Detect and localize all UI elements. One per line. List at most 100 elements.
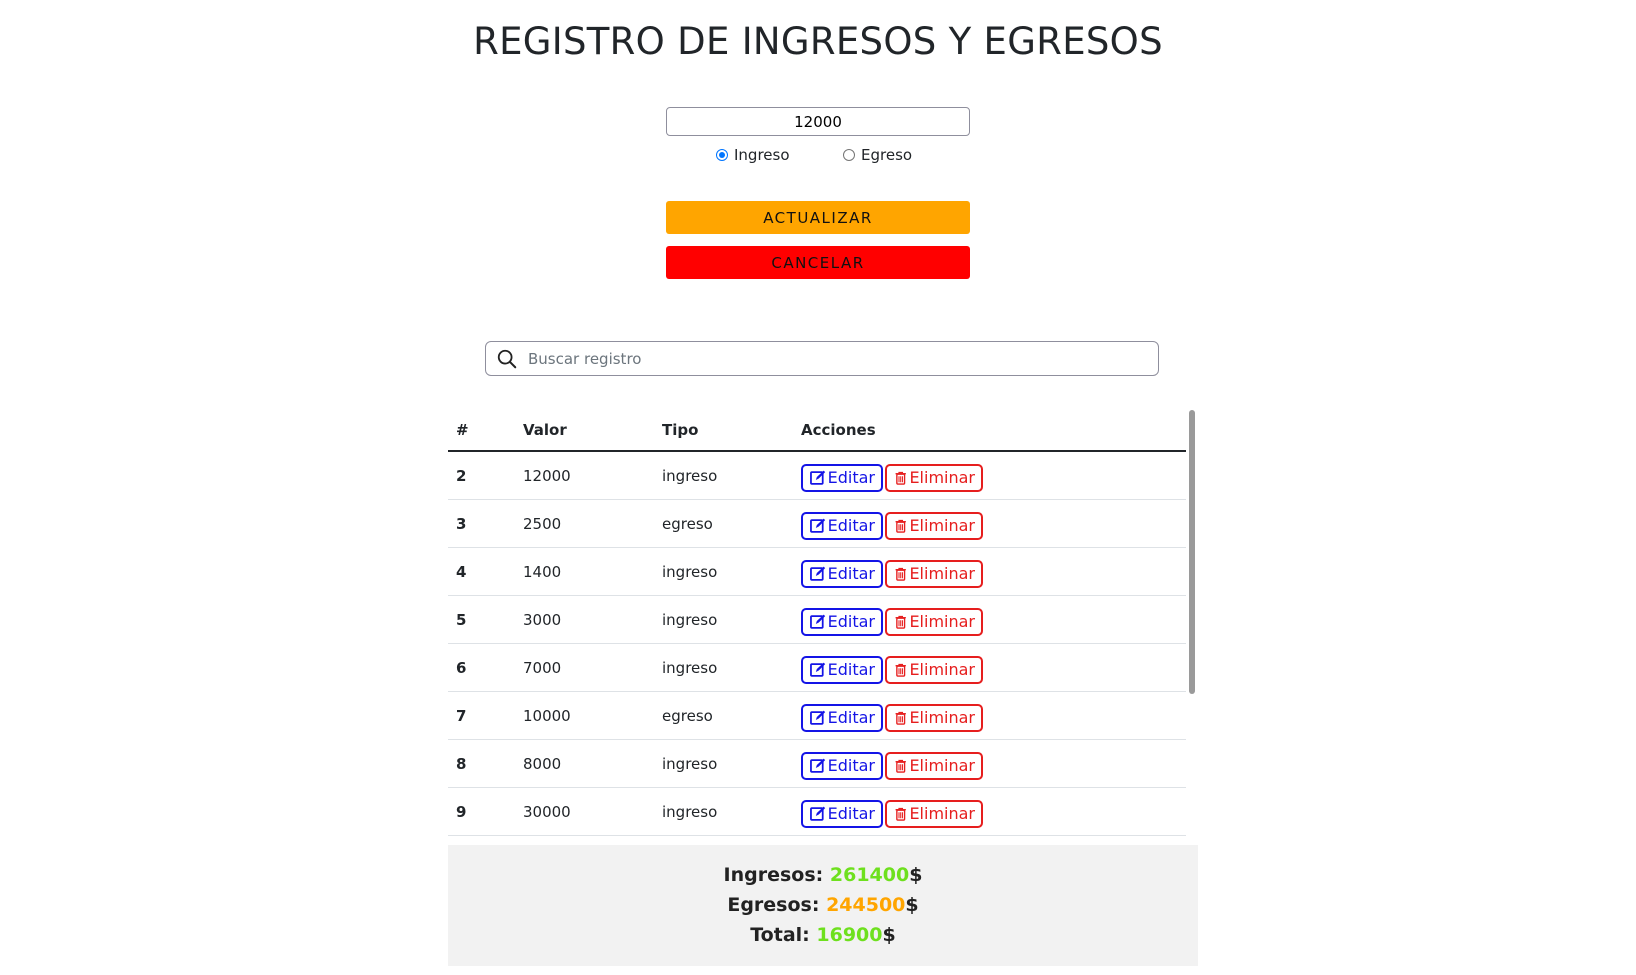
delete-button[interactable]: Eliminar — [885, 511, 983, 540]
row-actions: Editar Eliminar — [793, 499, 1186, 548]
table-row: 6 7000 ingreso Editar Eliminar — [448, 643, 1186, 692]
search-input[interactable] — [526, 342, 1158, 375]
edit-label: Editar — [827, 516, 875, 535]
table-body: 2 12000 ingreso Editar Eliminar 3 2500 egreso Ed… — [448, 451, 1186, 836]
total-currency: $ — [882, 924, 896, 946]
ingresos-value: 261400 — [829, 864, 910, 886]
total-value: 16900 — [816, 924, 883, 946]
row-index: 4 — [448, 547, 515, 596]
trash-icon — [895, 759, 906, 773]
egresos-label: Egresos: — [727, 894, 820, 916]
table-header-row: # Valor Tipo Acciones — [448, 410, 1186, 452]
table-row: 4 1400 ingreso Editar Eliminar — [448, 547, 1186, 596]
trash-icon — [895, 663, 906, 677]
header-acciones: Acciones — [793, 410, 1186, 452]
row-actions: Editar Eliminar — [793, 547, 1186, 596]
update-button[interactable]: ACTUALIZAR — [666, 201, 970, 234]
egresos-value: 244500 — [826, 894, 906, 916]
row-index: 8 — [448, 739, 515, 788]
edit-icon — [810, 614, 826, 629]
edit-button[interactable]: Editar — [801, 751, 883, 780]
records-table-container[interactable]: # Valor Tipo Acciones 2 12000 ingreso Edita… — [448, 410, 1186, 840]
cancel-button[interactable]: CANCELAR — [666, 246, 970, 279]
amount-input[interactable] — [666, 107, 970, 136]
search-icon — [497, 349, 517, 368]
row-index: 5 — [448, 595, 515, 644]
table-row: 2 12000 ingreso Editar Eliminar — [448, 451, 1186, 500]
table-row: 9 30000 ingreso Editar Eliminar — [448, 787, 1186, 836]
delete-label: Eliminar — [909, 516, 975, 535]
records-table: # Valor Tipo Acciones 2 12000 ingreso Edita… — [448, 410, 1186, 836]
row-valor: 3000 — [515, 595, 654, 644]
page-title: REGISTRO DE INGRESOS Y EGRESOS — [473, 20, 1163, 63]
egresos-line: Egresos: 244500$ — [448, 890, 1198, 920]
radio-egreso[interactable]: Egreso — [843, 146, 912, 164]
delete-button[interactable]: Eliminar — [885, 559, 983, 588]
trash-icon — [895, 807, 906, 821]
app-page: REGISTRO DE INGRESOS Y EGRESOS Ingreso E… — [0, 0, 1636, 975]
row-actions: Editar Eliminar — [793, 691, 1186, 740]
row-valor: 2500 — [515, 499, 654, 548]
delete-label: Eliminar — [909, 804, 975, 823]
row-tipo: egreso — [654, 499, 793, 548]
edit-button[interactable]: Editar — [801, 463, 883, 492]
radio-egreso-button[interactable] — [843, 149, 855, 161]
header-tipo: Tipo — [654, 410, 793, 452]
total-line: Total: 16900$ — [448, 920, 1198, 950]
edit-button[interactable]: Editar — [801, 655, 883, 684]
edit-button[interactable]: Editar — [801, 607, 883, 636]
search-box[interactable] — [485, 341, 1159, 376]
delete-label: Eliminar — [909, 756, 975, 775]
table-scrollbar[interactable] — [1189, 410, 1195, 694]
ingresos-label: Ingresos: — [723, 864, 824, 886]
entry-form: Ingreso Egreso ACTUALIZAR CANCELAR — [666, 107, 970, 279]
table-row: 7 10000 egreso Editar Eliminar — [448, 691, 1186, 740]
edit-icon — [810, 710, 826, 725]
delete-button[interactable]: Eliminar — [885, 463, 983, 492]
radio-ingreso[interactable]: Ingreso — [716, 146, 790, 164]
trash-icon — [895, 471, 906, 485]
row-tipo: egreso — [654, 691, 793, 740]
table-row: 8 8000 ingreso Editar Eliminar — [448, 739, 1186, 788]
edit-label: Editar — [827, 564, 875, 583]
row-index: 2 — [448, 451, 515, 500]
radio-ingreso-button[interactable] — [716, 149, 728, 161]
radio-ingreso-label: Ingreso — [734, 146, 790, 164]
total-label: Total: — [750, 924, 810, 946]
row-tipo: ingreso — [654, 451, 793, 500]
delete-button[interactable]: Eliminar — [885, 607, 983, 636]
edit-icon — [810, 758, 826, 773]
edit-icon — [810, 806, 826, 821]
row-index: 7 — [448, 691, 515, 740]
totals-panel: Ingresos: 261400$ Egresos: 244500$ Total… — [448, 845, 1198, 966]
row-valor: 12000 — [515, 451, 654, 500]
delete-label: Eliminar — [909, 612, 975, 631]
edit-label: Editar — [827, 804, 875, 823]
delete-button[interactable]: Eliminar — [885, 703, 983, 732]
ingresos-currency: $ — [909, 864, 923, 886]
delete-button[interactable]: Eliminar — [885, 799, 983, 828]
delete-button[interactable]: Eliminar — [885, 655, 983, 684]
table-row: 5 3000 ingreso Editar Eliminar — [448, 595, 1186, 644]
edit-label: Editar — [827, 612, 875, 631]
row-index: 6 — [448, 643, 515, 692]
header-index: # — [448, 410, 515, 452]
edit-icon — [810, 518, 826, 533]
trash-icon — [895, 519, 906, 533]
delete-button[interactable]: Eliminar — [885, 751, 983, 780]
edit-icon — [810, 566, 826, 581]
row-actions: Editar Eliminar — [793, 739, 1186, 788]
row-actions: Editar Eliminar — [793, 595, 1186, 644]
edit-label: Editar — [827, 660, 875, 679]
header-valor: Valor — [515, 410, 654, 452]
row-tipo: ingreso — [654, 739, 793, 788]
edit-button[interactable]: Editar — [801, 511, 883, 540]
edit-button[interactable]: Editar — [801, 559, 883, 588]
edit-button[interactable]: Editar — [801, 799, 883, 828]
row-valor: 7000 — [515, 643, 654, 692]
edit-button[interactable]: Editar — [801, 703, 883, 732]
egresos-currency: $ — [905, 894, 919, 916]
type-radio-group: Ingreso Egreso — [716, 146, 956, 170]
radio-egreso-label: Egreso — [861, 146, 913, 164]
trash-icon — [895, 615, 906, 629]
